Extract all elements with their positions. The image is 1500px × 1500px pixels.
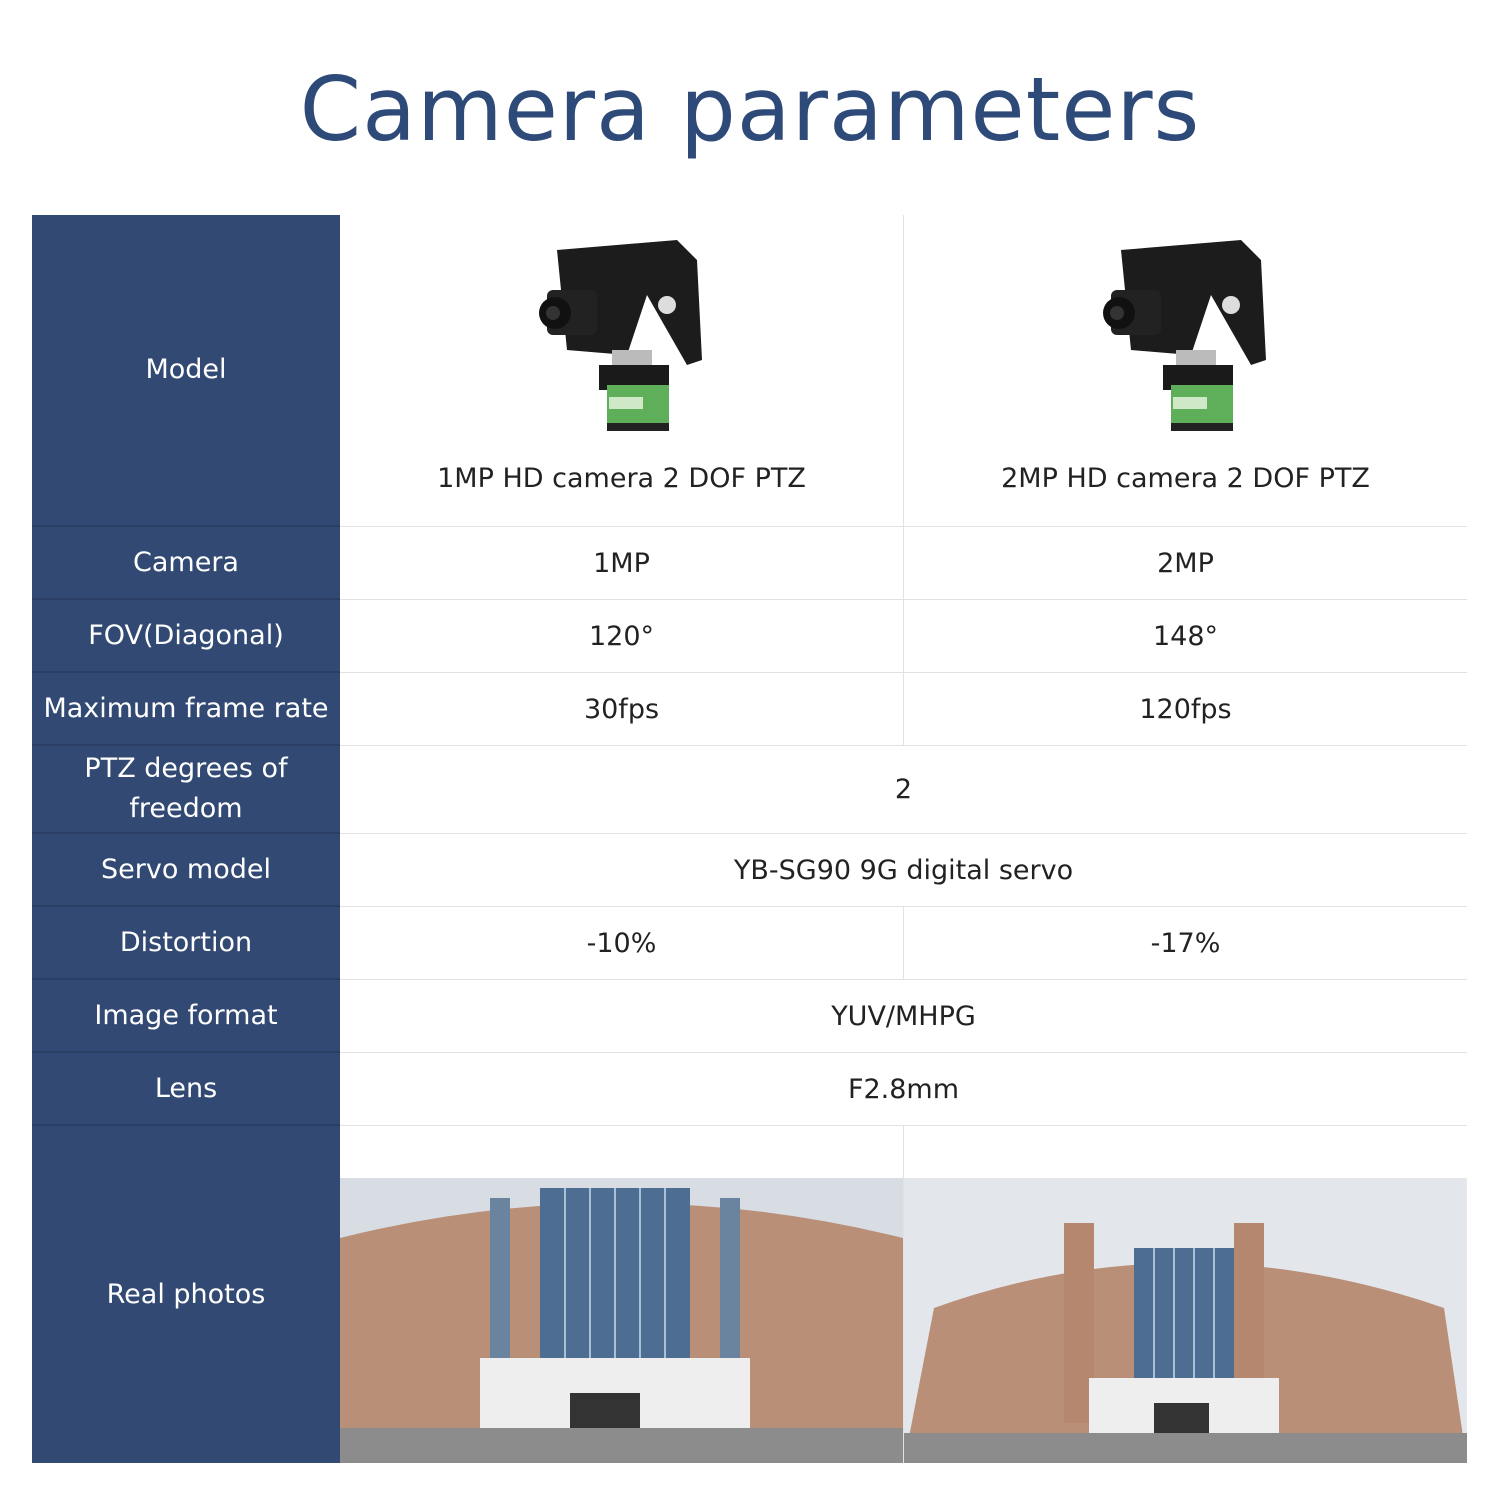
model-cell-1mp: 1MP HD camera 2 DOF PTZ (340, 215, 904, 527)
value-cell: 120fps (904, 673, 1467, 746)
row-header: Maximum frame rate (32, 673, 340, 746)
table-row-servo: Servo model YB-SG90 9G digital servo (32, 834, 1467, 907)
table-row-fov: FOV(Diagonal) 120° 148° (32, 600, 1467, 673)
model-cell-2mp: 2MP HD camera 2 DOF PTZ (904, 215, 1467, 527)
value-cell: -17% (904, 907, 1467, 980)
model-name: 2MP HD camera 2 DOF PTZ (1001, 463, 1370, 494)
value-cell: YUV/MHPG (340, 980, 1467, 1053)
model-name: 1MP HD camera 2 DOF PTZ (437, 463, 806, 494)
table-row-real-photos: Real photos (32, 1126, 1467, 1463)
row-header: PTZ degrees of freedom (32, 746, 340, 834)
table-row-model: Model 1MP HD camera 2 DOF PTZ 2MP HD cam… (32, 215, 1467, 527)
table-row-image-format: Image format YUV/MHPG (32, 980, 1467, 1053)
row-header: Camera (32, 527, 340, 600)
row-header: Servo model (32, 834, 340, 907)
table-row-camera: Camera 1MP 2MP (32, 527, 1467, 600)
real-photo-2mp (904, 1126, 1467, 1463)
ptz-camera-image (1102, 240, 1266, 431)
building-photo (340, 1178, 903, 1463)
row-header: FOV(Diagonal) (32, 600, 340, 673)
value-cell: 148° (904, 600, 1467, 673)
building-photo (904, 1178, 1467, 1463)
table-row-ptz-dof: PTZ degrees of freedom 2 (32, 746, 1467, 834)
value-cell: -10% (340, 907, 904, 980)
table-row-distortion: Distortion -10% -17% (32, 907, 1467, 980)
spec-table: Model 1MP HD camera 2 DOF PTZ 2MP HD cam… (32, 215, 1467, 1463)
ptz-camera-image (538, 240, 702, 431)
value-cell: 1MP (340, 527, 904, 600)
table-row-lens: Lens F2.8mm (32, 1053, 1467, 1126)
row-header: Image format (32, 980, 340, 1053)
row-header: Distortion (32, 907, 340, 980)
page-title: Camera parameters (299, 58, 1201, 161)
value-cell: YB-SG90 9G digital servo (340, 834, 1467, 907)
row-header: Model (32, 215, 340, 527)
row-header: Lens (32, 1053, 340, 1126)
value-cell: 2 (340, 746, 1467, 834)
value-cell: 2MP (904, 527, 1467, 600)
table-row-frame-rate: Maximum frame rate 30fps 120fps (32, 673, 1467, 746)
value-cell: F2.8mm (340, 1053, 1467, 1126)
value-cell: 120° (340, 600, 904, 673)
row-header: Real photos (32, 1126, 340, 1463)
real-photo-1mp (340, 1126, 904, 1463)
value-cell: 30fps (340, 673, 904, 746)
